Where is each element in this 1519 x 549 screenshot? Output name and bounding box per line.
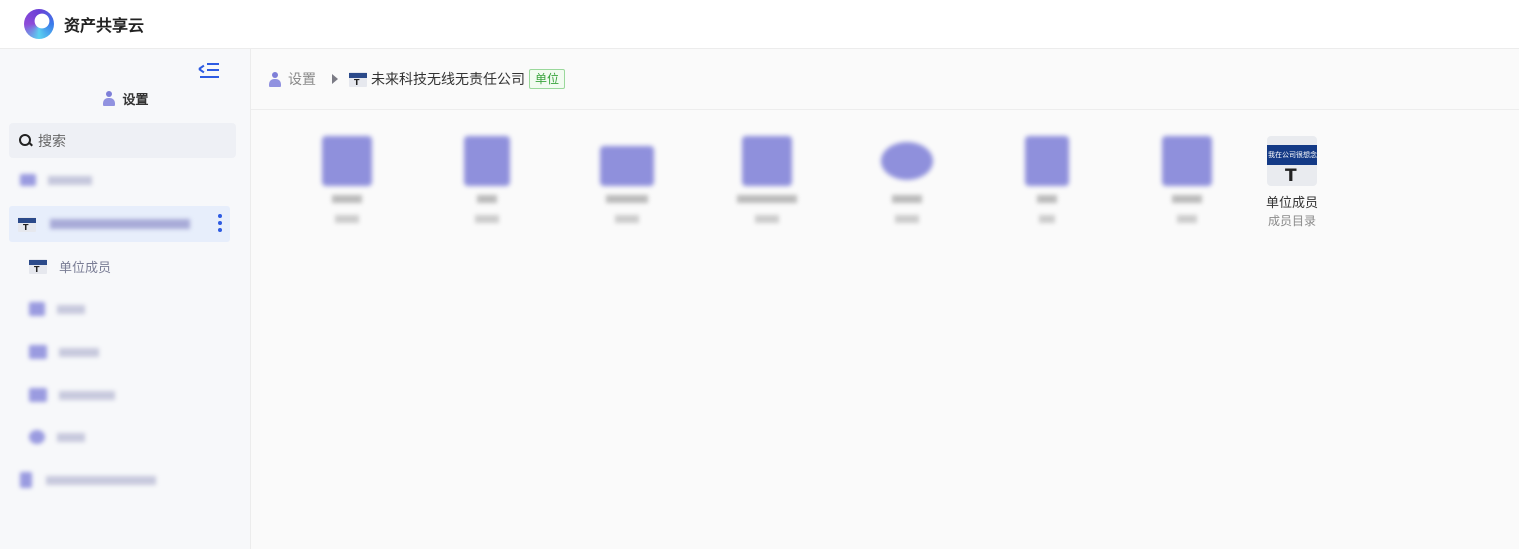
sidebar-item[interactable] <box>0 377 251 413</box>
tile-member-directory[interactable]: 我在公司很想念 T 单位成员 成员目录 <box>1247 136 1337 228</box>
settings-tile[interactable] <box>442 136 532 227</box>
sidebar-item-label-redacted <box>57 432 85 442</box>
organization-sign-icon <box>349 71 367 87</box>
collapse-sidebar-icon[interactable] <box>198 62 219 80</box>
organization-sign-icon <box>18 216 36 232</box>
tree-item-icon <box>29 302 45 316</box>
settings-tile[interactable] <box>582 136 672 227</box>
sidebar-item-members[interactable]: 单位成员 <box>0 248 251 284</box>
settings-tile[interactable] <box>1142 136 1232 227</box>
tree-item-label-redacted <box>50 219 190 229</box>
settings-tile[interactable] <box>722 136 812 227</box>
tile-desc-redacted <box>722 212 812 227</box>
search-icon <box>19 134 32 147</box>
sign-band-text: 我在公司很想念 <box>1267 145 1317 165</box>
tree-item-organization[interactable] <box>9 206 230 242</box>
tree-item[interactable] <box>0 462 251 498</box>
settings-tile[interactable] <box>862 136 952 227</box>
more-options-icon[interactable] <box>218 214 222 232</box>
tile-desc-redacted <box>442 212 532 227</box>
tile-icon <box>322 136 372 186</box>
app-title: 资产共享云 <box>64 16 145 35</box>
tile-name: 单位成员 <box>1265 196 1318 211</box>
sidebar-item[interactable] <box>0 291 251 327</box>
folder-icon <box>600 146 654 186</box>
settings-tile[interactable] <box>302 136 392 227</box>
tile-icon <box>464 136 510 186</box>
tree-item[interactable] <box>0 162 251 198</box>
user-settings-icon <box>268 71 282 87</box>
breadcrumb: 设置 未来科技无线无责任公司 单位 <box>251 49 1519 110</box>
tree-item-label-redacted <box>46 475 156 485</box>
search-box <box>9 123 236 158</box>
tile-desc-redacted <box>302 212 392 227</box>
tile-icon <box>1162 136 1212 186</box>
department-icon <box>29 388 47 402</box>
folder-icon <box>29 345 47 359</box>
sidebar-item-label: 单位成员 <box>59 260 112 276</box>
sidebar-item-label-redacted <box>57 304 85 314</box>
sidebar-header: 设置 <box>0 89 251 108</box>
top-bar: 资产共享云 <box>0 0 1519 49</box>
breadcrumb-separator-icon <box>332 74 338 84</box>
app-logo[interactable] <box>24 9 54 39</box>
tile-name-redacted <box>302 192 392 208</box>
search-input[interactable] <box>38 132 208 149</box>
breadcrumb-settings[interactable]: 设置 <box>288 69 316 89</box>
tree-item-icon <box>20 472 32 488</box>
sidebar-header-label: 设置 <box>122 93 149 108</box>
tree-item-icon <box>20 174 36 186</box>
settings-tile[interactable] <box>1002 136 1092 227</box>
tile-desc-redacted <box>1002 212 1092 227</box>
tile-name-redacted <box>1002 192 1092 208</box>
breadcrumb-organization[interactable]: 未来科技无线无责任公司 <box>371 69 525 89</box>
member-sign-icon <box>29 258 47 274</box>
user-settings-icon <box>102 91 116 106</box>
sidebar-item-label-redacted <box>59 347 99 357</box>
sidebar-item[interactable] <box>0 419 251 455</box>
sidebar-item[interactable] <box>0 334 251 370</box>
sidebar: 设置 单位成员 <box>0 49 251 549</box>
tile-icon <box>1025 136 1069 186</box>
tile-name-redacted <box>442 192 532 208</box>
sidebar-item-label-redacted <box>59 390 115 400</box>
tile-desc: 成员目录 <box>1267 214 1316 228</box>
tile-name-redacted <box>1142 192 1232 208</box>
tile-name-redacted <box>722 192 812 208</box>
tree-item-label-redacted <box>48 175 92 185</box>
chat-icon <box>881 142 933 180</box>
tile-desc-redacted <box>862 212 952 227</box>
tile-desc-redacted <box>1142 212 1232 227</box>
chat-icon <box>29 430 45 444</box>
tile-desc-redacted <box>582 212 672 227</box>
tile-name-redacted <box>862 192 952 208</box>
settings-tile-grid: 我在公司很想念 T 单位成员 成员目录 <box>251 111 1519 549</box>
department-icon <box>742 136 792 186</box>
type-badge: 单位 <box>529 69 566 89</box>
member-directory-icon: 我在公司很想念 T <box>1267 136 1317 186</box>
tile-name-redacted <box>582 192 672 208</box>
